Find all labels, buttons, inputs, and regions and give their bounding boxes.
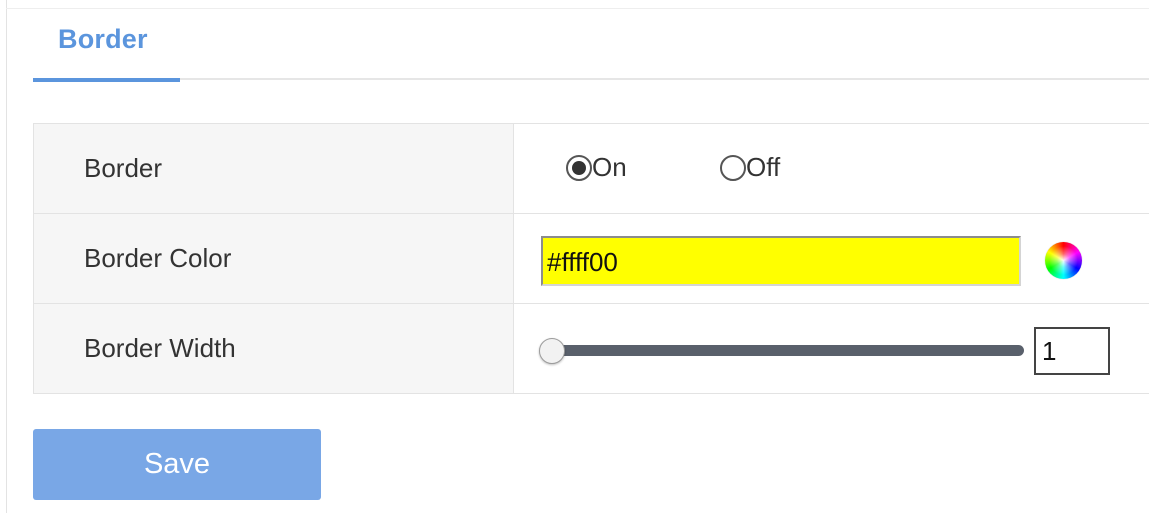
border-width-value-cell: 1 bbox=[514, 304, 1149, 393]
radio-unchecked-icon bbox=[720, 154, 746, 181]
border-off-radio[interactable]: Off bbox=[720, 152, 780, 183]
frame-top-border bbox=[6, 8, 1149, 9]
border-row: Border On Off bbox=[34, 124, 1149, 214]
border-label: Border bbox=[34, 124, 514, 213]
color-wheel-icon[interactable] bbox=[1045, 242, 1082, 279]
frame-left-border bbox=[6, 0, 7, 513]
border-value-cell: On Off bbox=[514, 124, 1149, 213]
tab-active-indicator bbox=[33, 78, 180, 82]
border-color-value-cell: #ffff00 bbox=[514, 214, 1149, 303]
tab-bar-baseline bbox=[33, 78, 1149, 80]
border-width-slider-track[interactable] bbox=[544, 345, 1024, 356]
border-width-value: 1 bbox=[1042, 335, 1057, 366]
border-color-input[interactable]: #ffff00 bbox=[541, 236, 1021, 286]
border-width-row: Border Width 1 bbox=[34, 304, 1149, 394]
tab-border[interactable]: Border bbox=[33, 18, 180, 82]
save-button[interactable]: Save bbox=[33, 429, 321, 500]
radio-checked-icon bbox=[566, 154, 592, 181]
border-on-radio[interactable]: On bbox=[566, 152, 627, 183]
border-width-slider-thumb[interactable] bbox=[539, 338, 565, 364]
border-width-label: Border Width bbox=[34, 304, 514, 393]
border-off-label: Off bbox=[746, 152, 781, 182]
border-color-row: Border Color #ffff00 bbox=[34, 214, 1149, 304]
border-color-value: #ffff00 bbox=[547, 246, 618, 277]
border-color-label: Border Color bbox=[34, 214, 514, 303]
border-on-label: On bbox=[592, 152, 627, 182]
border-width-input[interactable]: 1 bbox=[1034, 327, 1110, 375]
radio-dot bbox=[572, 160, 586, 175]
settings-table: Border On Off Border Color #ffff00 Borde… bbox=[33, 123, 1149, 394]
tab-border-label: Border bbox=[58, 24, 148, 54]
